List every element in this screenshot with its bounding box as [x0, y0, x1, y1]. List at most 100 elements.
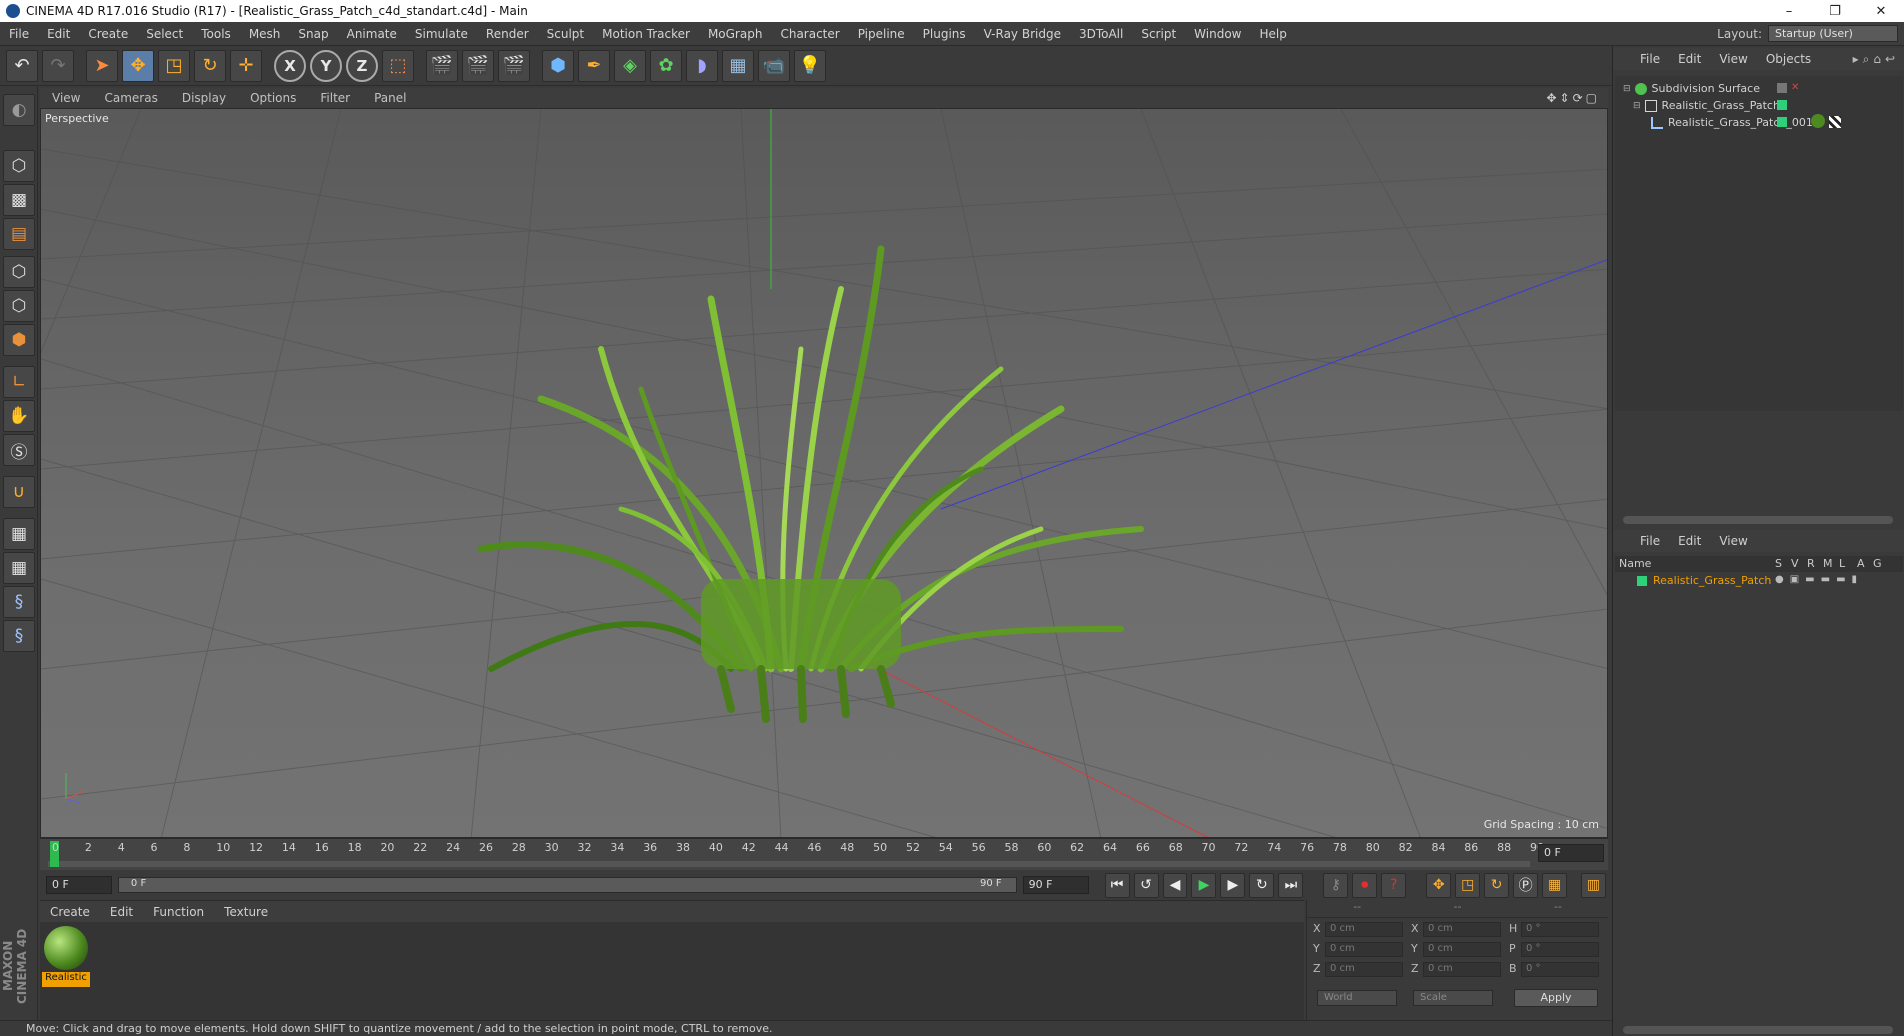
menu-simulate[interactable]: Simulate	[406, 27, 477, 41]
polygons-mode-button[interactable]: ⬢	[3, 324, 35, 356]
object-manager-scrollbar[interactable]	[1623, 516, 1893, 524]
undo-button[interactable]: ↶	[6, 49, 38, 82]
object-row-subdivision-surface[interactable]: ⊟ Subdivision Surface	[1623, 80, 1760, 97]
workplane-mode-button[interactable]: ▤	[3, 218, 35, 250]
size-z-field[interactable]: 0 cm	[1423, 962, 1501, 977]
light-object-button[interactable]: 💡	[794, 49, 826, 82]
menu-window[interactable]: Window	[1185, 27, 1250, 41]
layer-color-swatch[interactable]	[1637, 576, 1647, 586]
rotate-tool-button[interactable]: ↻	[194, 49, 226, 82]
editor-visibility-toggle[interactable]	[1777, 83, 1787, 93]
timeline-ruler[interactable]: 0 2 4 6 8 10 12 14 16 18 20 22 24 26 28 30 32 34 36 38 40 42 4…	[40, 838, 1608, 870]
material-menu-edit[interactable]: Edit	[100, 905, 143, 919]
collapse-toggle[interactable]: ⊟	[1633, 101, 1641, 111]
key-pla-button[interactable]: ▦	[1542, 872, 1568, 898]
python-script-button-2[interactable]: §	[3, 620, 35, 652]
layer-manager-scrollbar[interactable]	[1623, 1026, 1893, 1034]
next-key-button[interactable]: ↻	[1249, 872, 1275, 898]
go-to-end-button[interactable]: ⏭	[1278, 872, 1304, 898]
layer-color-tag[interactable]	[1777, 117, 1787, 127]
material-tag-icon[interactable]	[1811, 114, 1825, 128]
menu-plugins[interactable]: Plugins	[914, 27, 975, 41]
coordinate-mode-dropdown[interactable]: World	[1317, 990, 1397, 1006]
menu-create[interactable]: Create	[79, 27, 137, 41]
object-manager-tools[interactable]: ▸⌕⌂↩	[1853, 52, 1904, 67]
preview-range-slider[interactable]: 0 F 90 F	[117, 877, 1017, 893]
rotation-p-field[interactable]: 0 °	[1521, 942, 1599, 957]
menu-vray-bridge[interactable]: V-Ray Bridge	[975, 27, 1070, 41]
key-parameter-button[interactable]: Ⓟ	[1513, 872, 1539, 898]
z-axis-lock-button[interactable]: Z	[346, 49, 378, 82]
timeline-track[interactable]	[48, 861, 1530, 867]
points-mode-button[interactable]: ⬡	[3, 256, 35, 288]
menu-file[interactable]: File	[0, 27, 38, 41]
model-mode-button[interactable]: ⬡	[3, 150, 35, 182]
scale-tool-button[interactable]: ◳	[158, 49, 190, 82]
viewport-menu-panel[interactable]: Panel	[362, 91, 418, 105]
minimize-button[interactable]: –	[1766, 4, 1812, 19]
key-scale-button[interactable]: ◳	[1455, 872, 1481, 898]
render-picture-viewer-button[interactable]: 🎬	[462, 49, 494, 82]
solo-mode-button[interactable]: Ⓢ	[3, 434, 35, 466]
key-position-button[interactable]: ✥	[1426, 872, 1452, 898]
object-menu-objects[interactable]: Objects	[1757, 52, 1820, 66]
menu-sculpt[interactable]: Sculpt	[538, 27, 593, 41]
object-row-grass-patch[interactable]: ⊟ Realistic_Grass_Patch	[1633, 97, 1780, 114]
viewport-menu-view[interactable]: View	[40, 91, 92, 105]
menu-3dtoall[interactable]: 3DToAll	[1070, 27, 1132, 41]
menu-snap[interactable]: Snap	[289, 27, 337, 41]
y-axis-lock-button[interactable]: Y	[310, 49, 342, 82]
render-settings-button[interactable]: 🎬	[498, 49, 530, 82]
menu-mesh[interactable]: Mesh	[240, 27, 290, 41]
viewport-menu-filter[interactable]: Filter	[308, 91, 362, 105]
layer-flags[interactable]: ●▣▬▬▬▮	[1775, 574, 1863, 585]
object-row-grass-patch-001[interactable]: Realistic_Grass_Patch_001	[1651, 114, 1813, 131]
live-selection-button[interactable]: ➤	[86, 49, 118, 82]
motion-recording-button[interactable]: ⚷	[1323, 872, 1349, 898]
menu-render[interactable]: Render	[477, 27, 538, 41]
x-axis-lock-button[interactable]: X	[274, 49, 306, 82]
close-button[interactable]: ✕	[1858, 4, 1904, 19]
layer-menu-edit[interactable]: Edit	[1669, 534, 1710, 548]
coordinate-system-button[interactable]: ⬚	[382, 49, 414, 82]
go-to-start-button[interactable]: ⏮	[1104, 872, 1130, 898]
layout-dropdown[interactable]: Startup (User)	[1768, 25, 1898, 42]
viewport-menu-options[interactable]: Options	[238, 91, 308, 105]
menu-select[interactable]: Select	[137, 27, 192, 41]
transform-tool-button[interactable]: ✛	[230, 49, 262, 82]
menu-edit[interactable]: Edit	[38, 27, 79, 41]
cube-object-button[interactable]: ⬢	[542, 49, 574, 82]
material-menu-texture[interactable]: Texture	[214, 905, 278, 919]
current-frame-field[interactable]: 0 F	[46, 876, 112, 894]
python-script-button-1[interactable]: §	[3, 586, 35, 618]
material-preview-swatch[interactable]	[44, 926, 88, 970]
object-menu-view[interactable]: View	[1710, 52, 1756, 66]
key-rotation-button[interactable]: ↻	[1484, 872, 1510, 898]
menu-help[interactable]: Help	[1250, 27, 1295, 41]
floor-object-button[interactable]: ▦	[722, 49, 754, 82]
size-y-field[interactable]: 0 cm	[1423, 942, 1501, 957]
snap-button[interactable]: ∪	[3, 476, 35, 508]
object-menu-file[interactable]: File	[1631, 52, 1669, 66]
viewport-menu-cameras[interactable]: Cameras	[92, 91, 169, 105]
workplane-lock-button[interactable]: ▦	[3, 518, 35, 550]
material-name-label[interactable]: Realistic	[42, 972, 90, 987]
collapse-toggle[interactable]: ⊟	[1623, 84, 1631, 94]
array-generator-button[interactable]: ✿	[650, 49, 682, 82]
deformer-button[interactable]: ◗	[686, 49, 718, 82]
timeline-window-button[interactable]: ▥	[1581, 872, 1607, 898]
make-editable-button[interactable]: ◐	[3, 94, 35, 126]
material-menu-function[interactable]: Function	[143, 905, 214, 919]
next-frame-button[interactable]: ▶	[1220, 872, 1246, 898]
workplane-align-button[interactable]: ▦	[3, 552, 35, 584]
record-button[interactable]: ⏺	[1352, 872, 1378, 898]
menu-script[interactable]: Script	[1132, 27, 1185, 41]
apply-button[interactable]: Apply	[1514, 989, 1598, 1007]
viewport-nav-controls[interactable]: ✥⇕⟳▢	[1546, 91, 1608, 105]
texture-mode-button[interactable]: ▩	[3, 184, 35, 216]
subdivision-surface-button[interactable]: ◈	[614, 49, 646, 82]
max-frame-field[interactable]: 90 F	[1022, 876, 1089, 894]
redo-button[interactable]: ↷	[42, 49, 74, 82]
layer-color-tag[interactable]	[1777, 100, 1787, 110]
move-tool-button[interactable]: ✥	[122, 49, 154, 82]
